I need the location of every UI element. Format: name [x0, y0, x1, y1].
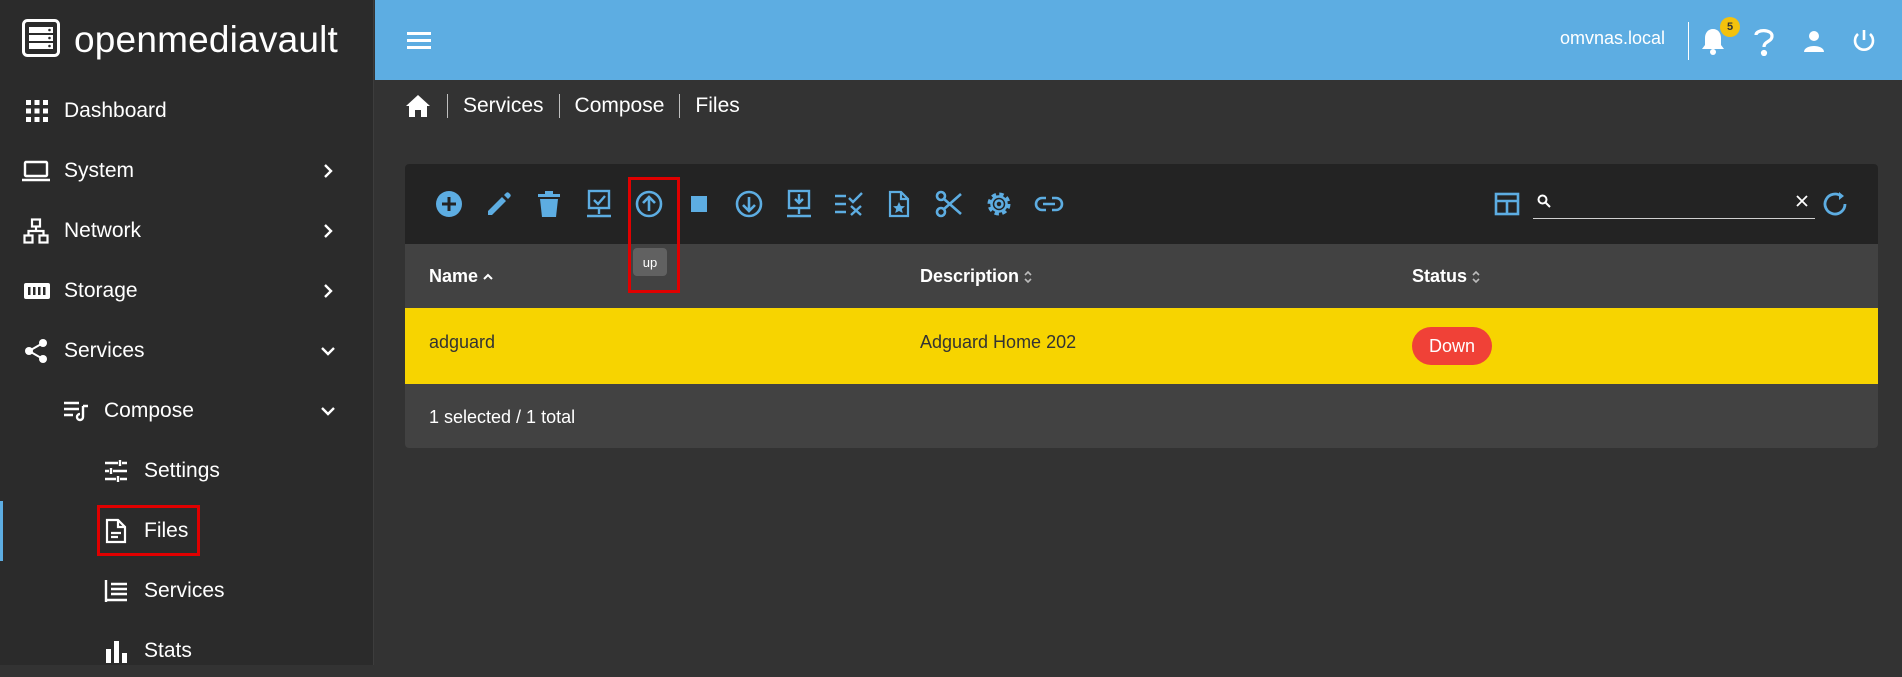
cell-description: Adguard Home 202	[920, 332, 1077, 352]
column-header-name[interactable]: Name	[429, 266, 494, 287]
header-divider	[1688, 22, 1689, 60]
search-input[interactable]	[1559, 190, 1783, 216]
chevron-right-icon	[324, 164, 333, 178]
sidebar-item-network[interactable]: Network	[0, 205, 374, 257]
add-circle-icon[interactable]	[433, 188, 465, 220]
sort-icon	[1024, 270, 1032, 283]
sidebar-item-dashboard[interactable]: Dashboard	[0, 85, 374, 137]
sidebar-item-label: Services	[64, 339, 145, 362]
table-header: Name Description Status	[405, 244, 1878, 308]
power-icon[interactable]	[1848, 25, 1880, 57]
user-icon[interactable]	[1798, 25, 1830, 57]
search-box	[1533, 188, 1815, 219]
sidebar-item-stats[interactable]: Stats	[0, 625, 374, 677]
chevron-right-icon	[324, 284, 333, 298]
brand-name: openmediavault	[74, 19, 339, 60]
storage-icon	[23, 277, 51, 305]
chevron-down-icon	[321, 407, 335, 416]
edit-pencil-icon[interactable]	[483, 188, 515, 220]
gear-icon[interactable]	[983, 188, 1015, 220]
file-icon	[102, 517, 130, 545]
list-check-icon[interactable]	[833, 188, 865, 220]
monitor-download-icon[interactable]	[783, 188, 815, 220]
column-header-description[interactable]: Description	[920, 266, 1033, 287]
help-icon[interactable]	[1748, 25, 1780, 57]
cell-name: adguard	[429, 332, 496, 352]
delete-trash-icon[interactable]	[533, 188, 565, 220]
share-icon	[22, 337, 50, 365]
grid-icon	[23, 97, 51, 125]
sidebar-item-label: Dashboard	[64, 99, 167, 122]
hamburger-menu-icon[interactable]	[405, 26, 435, 56]
sidebar-item-services[interactable]: Services	[0, 325, 374, 377]
status-badge: Down	[1412, 327, 1493, 365]
sidebar-item-storage[interactable]: Storage	[0, 265, 374, 317]
sidebar-item-label: Settings	[144, 459, 220, 482]
table-columns-icon[interactable]	[1491, 188, 1523, 220]
files-table-panel: Name Description Status adguard Adguard …	[405, 164, 1878, 448]
file-star-icon[interactable]	[883, 188, 915, 220]
tune-icon	[102, 457, 130, 485]
chevron-right-icon	[324, 224, 333, 238]
tooltip-up: up	[633, 248, 667, 276]
table-row[interactable]: adguard Adguard Home 202 Down	[405, 308, 1878, 384]
openmediavault-logo-icon	[22, 18, 60, 62]
arrow-up-circle-icon[interactable]	[633, 188, 665, 220]
clear-search-icon[interactable]	[1795, 194, 1809, 213]
brand[interactable]: openmediavault	[22, 18, 338, 62]
breadcrumb-compose[interactable]: Compose	[558, 94, 680, 118]
table-toolbar	[405, 164, 1878, 244]
sidebar-item-system[interactable]: System	[0, 145, 374, 197]
sidebar-item-label: Stats	[144, 639, 192, 662]
sidebar-item-label: Compose	[104, 399, 194, 422]
home-icon[interactable]	[405, 91, 435, 121]
sidebar-item-label: System	[64, 159, 135, 182]
breadcrumb: Services Compose Files	[405, 90, 755, 122]
sidebar-item-settings[interactable]: Settings	[0, 445, 374, 497]
notification-count-badge: 5	[1720, 17, 1740, 37]
sidebar-item-label: Files	[144, 519, 189, 542]
sidebar-item-files[interactable]: Files	[0, 505, 374, 557]
sidebar-item-compose[interactable]: Compose	[0, 385, 374, 437]
list-icon	[102, 577, 130, 605]
bar-chart-icon	[102, 637, 130, 665]
stop-square-icon[interactable]	[683, 188, 715, 220]
search-icon	[1537, 194, 1551, 213]
chevron-down-icon	[321, 347, 335, 356]
breadcrumb-services[interactable]: Services	[447, 94, 559, 118]
arrow-down-circle-icon[interactable]	[733, 188, 765, 220]
sort-asc-icon	[483, 273, 493, 280]
laptop-icon	[22, 157, 50, 185]
monitor-check-icon[interactable]	[583, 188, 615, 220]
network-icon	[22, 217, 50, 245]
link-icon[interactable]	[1033, 188, 1065, 220]
sidebar: openmediavault Dashboard System Network …	[0, 0, 374, 665]
compose-icon	[62, 397, 90, 425]
sidebar-item-label: Storage	[64, 279, 138, 302]
column-header-status[interactable]: Status	[1412, 266, 1481, 287]
sidebar-item-label: Network	[64, 219, 142, 242]
sidebar-item-compose-services[interactable]: Services	[0, 565, 374, 617]
breadcrumb-files: Files	[679, 94, 754, 118]
sidebar-item-label: Services	[144, 579, 225, 602]
hostname: omvnas.local	[1560, 28, 1666, 48]
sort-icon	[1472, 270, 1480, 283]
selection-summary: 1 selected / 1 total	[429, 407, 576, 427]
scissors-icon[interactable]	[933, 188, 965, 220]
refresh-icon[interactable]	[1819, 188, 1851, 220]
top-bar: omvnas.local 5	[375, 0, 1902, 80]
